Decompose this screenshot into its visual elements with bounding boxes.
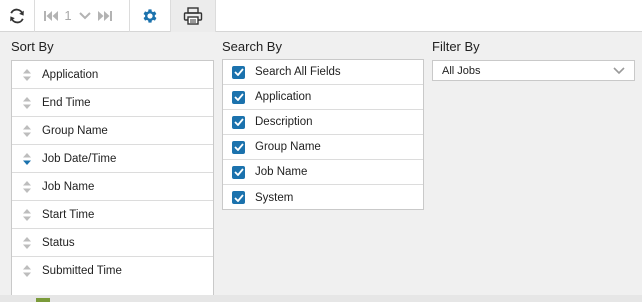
sort-item-job-name[interactable]: Job Name (12, 173, 213, 201)
sort-by-list: Application End Time Group Name Job Date… (11, 60, 214, 302)
search-option-label: Search All Fields (255, 66, 341, 78)
sort-arrows-icon (12, 96, 42, 110)
status-indicator (36, 298, 50, 302)
sort-item-label: Submitted Time (42, 265, 122, 277)
search-by-list: Search All Fields Application Descriptio… (222, 59, 424, 210)
last-page-button[interactable] (95, 0, 115, 32)
last-page-icon (98, 10, 112, 21)
checkbox-checked-icon[interactable] (232, 115, 245, 129)
sort-item-start-time[interactable]: Start Time (12, 201, 213, 229)
refresh-icon (10, 8, 24, 23)
sort-item-label: Application (42, 68, 99, 81)
pager: 1 (35, 0, 129, 32)
checkbox-checked-icon[interactable] (232, 140, 245, 154)
content-strip (0, 295, 642, 302)
checkbox-checked-icon[interactable] (232, 65, 245, 79)
sort-arrows-icon (12, 68, 42, 82)
search-option-system[interactable]: System (223, 185, 423, 210)
chevron-down-icon (613, 67, 625, 75)
search-by-title: Search By (222, 39, 282, 54)
sort-arrows-icon (12, 180, 42, 194)
checkbox-checked-icon[interactable] (232, 90, 245, 104)
first-page-icon (44, 10, 58, 21)
sort-item-submitted-time[interactable]: Submitted Time (12, 257, 213, 285)
search-option-all-fields[interactable]: Search All Fields (223, 60, 423, 85)
search-option-description[interactable]: Description (223, 110, 423, 135)
print-button[interactable] (171, 0, 215, 32)
page-number[interactable]: 1 (61, 8, 75, 23)
sort-item-label: Job Date/Time (42, 152, 117, 165)
first-page-button[interactable] (41, 0, 61, 32)
sort-arrows-icon (12, 264, 42, 278)
sort-item-label: End Time (42, 96, 91, 109)
sort-arrows-icon (12, 236, 42, 250)
search-option-job-name[interactable]: Job Name (223, 160, 423, 185)
sort-item-label: Group Name (42, 124, 108, 137)
sort-item-label: Job Name (42, 180, 95, 193)
checkbox-checked-icon[interactable] (232, 191, 245, 204)
settings-button[interactable] (130, 0, 170, 32)
page-dropdown-button[interactable] (75, 0, 95, 32)
filter-select[interactable]: All Jobs (432, 60, 635, 81)
search-option-label: Group Name (255, 141, 321, 153)
search-option-label: Description (255, 116, 313, 128)
refresh-button[interactable] (0, 0, 34, 32)
sort-by-title: Sort By (11, 39, 54, 54)
sort-item-status[interactable]: Status (12, 229, 213, 257)
sort-item-application[interactable]: Application (12, 61, 213, 89)
sort-arrows-icon (12, 208, 42, 222)
sort-descending-icon (12, 152, 42, 166)
checkbox-checked-icon[interactable] (232, 165, 245, 179)
search-option-application[interactable]: Application (223, 85, 423, 110)
sort-arrows-icon (12, 124, 42, 138)
filter-selected-value: All Jobs (442, 64, 481, 77)
sort-item-group-name[interactable]: Group Name (12, 117, 213, 145)
search-option-group-name[interactable]: Group Name (223, 135, 423, 160)
page-dropdown-icon (79, 11, 91, 19)
sort-item-end-time[interactable]: End Time (12, 89, 213, 117)
search-option-label: Job Name (255, 166, 308, 178)
sort-item-label: Start Time (42, 208, 95, 221)
gear-icon (143, 8, 157, 23)
toolbar-separator (215, 0, 216, 32)
options-panel: Sort By Application End Time Group Name … (0, 33, 642, 302)
search-option-label: Application (255, 91, 312, 103)
toolbar: 1 (0, 0, 642, 32)
search-option-label: System (255, 191, 294, 204)
sort-item-job-date-time[interactable]: Job Date/Time (12, 145, 213, 173)
printer-icon (183, 6, 203, 25)
filter-by-title: Filter By (432, 39, 480, 54)
sort-item-label: Status (42, 236, 75, 249)
